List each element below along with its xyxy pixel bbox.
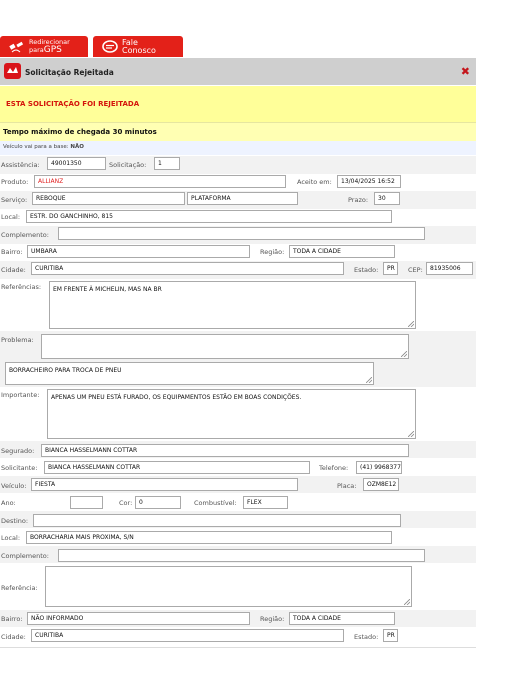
gps-line3: GPS — [43, 44, 62, 55]
dest-cidade-label: Cidade: — [1, 633, 26, 641]
chat-bubble-icon — [102, 39, 118, 53]
fale-line2: Conosco — [122, 45, 156, 55]
resize-grip-icon[interactable] — [404, 599, 410, 605]
ano-field[interactable] — [70, 496, 103, 509]
servico-field[interactable]: REBOQUE — [32, 192, 185, 205]
referencias-label: Referências: — [1, 283, 42, 291]
cep-field[interactable]: 81935006 — [426, 262, 473, 275]
rejected-banner: ESTA SOLICITAÇÃO FOI REJEITADA — [0, 86, 476, 122]
cidade-label: Cidade: — [1, 266, 26, 274]
dest-complemento-label: Complemento: — [1, 552, 49, 560]
veiculo-field[interactable]: FIESTA — [31, 478, 298, 491]
dialog-titlebar: Solicitação Rejeitada ✖ — [0, 58, 476, 85]
referencias-text: EM FRENTE À MICHELIN, MAS NA BR — [53, 286, 162, 293]
resize-grip-icon[interactable] — [408, 431, 414, 437]
importante-textarea[interactable]: APENAS UM PNEU ESTÁ FURADO, OS EQUIPAMEN… — [47, 389, 416, 439]
aceito-label: Aceito em: — [297, 178, 332, 186]
satellite-icon — [9, 41, 24, 52]
dest-estado-label: Estado: — [354, 633, 379, 641]
estado-label: Estado: — [354, 266, 379, 274]
redirect-gps-button[interactable]: Redirecionar paraGPS — [0, 36, 88, 57]
servico-label: Serviço: — [1, 196, 28, 204]
local-label: Local: — [1, 213, 21, 221]
dest-bairro-label: Bairro: — [1, 615, 23, 623]
combustivel-field[interactable]: FLEX — [243, 496, 288, 509]
combustivel-label: Combustível: — [194, 499, 237, 507]
veiculo-label: Veículo: — [1, 482, 27, 490]
tempo-bar: Tempo máximo de chegada 30 minutos — [0, 122, 476, 142]
telefone-label: Telefone: — [319, 464, 349, 472]
close-icon[interactable]: ✖ — [461, 65, 470, 78]
tempo-text: Tempo máximo de chegada 30 minutos — [3, 128, 157, 136]
veiculo-base-label: Veículo vai para a base: — [3, 144, 69, 150]
resize-grip-icon[interactable] — [408, 321, 414, 327]
regiao-field[interactable]: TODA A CIDADE — [289, 245, 395, 258]
dest-bairro-field[interactable]: NÃO INFORMADO — [27, 612, 250, 625]
problema-detail-text: BORRACHEIRO PARA TROCA DE PNEU — [9, 367, 122, 374]
produto-label: Produto: — [1, 178, 29, 186]
rejected-text: ESTA SOLICITAÇÃO FOI REJEITADA — [6, 100, 140, 108]
dest-referencia-textarea[interactable] — [45, 566, 412, 607]
problema-textarea[interactable] — [41, 334, 409, 359]
gps-line2: para — [29, 45, 44, 54]
dialog-title: Solicitação Rejeitada — [25, 68, 114, 77]
aceito-field[interactable]: 13/04/2025 16:52 — [337, 175, 401, 188]
dest-local-label: Local: — [1, 534, 21, 542]
complemento-field[interactable] — [58, 227, 425, 240]
produto-field[interactable]: ALLIANZ — [34, 175, 286, 188]
form-bottom-divider — [0, 647, 476, 648]
servico-subtype-field[interactable]: PLATAFORMA — [187, 192, 298, 205]
prazo-label: Prazo: — [348, 196, 369, 204]
cep-label: CEP: — [408, 266, 423, 274]
dest-regiao-label: Região: — [260, 615, 285, 623]
dest-estado-field[interactable]: PR — [383, 629, 398, 642]
placa-field[interactable]: OZM8E12 — [363, 478, 399, 491]
solicitante-field[interactable]: BIANCA HASSELMANN COTTAR — [44, 461, 310, 474]
ano-label: Ano: — [1, 499, 16, 507]
destino-label: Destino: — [1, 517, 29, 525]
importante-label: Importante: — [1, 391, 40, 399]
problema-detail-textarea[interactable]: BORRACHEIRO PARA TROCA DE PNEU — [5, 362, 374, 385]
veiculo-base-value: NÃO — [70, 144, 84, 150]
cidade-field[interactable]: CURITIBA — [31, 262, 344, 275]
veiculo-base-bar: Veículo vai para a base: NÃO — [0, 141, 476, 155]
dest-regiao-field[interactable]: TODA A CIDADE — [289, 612, 395, 625]
cor-label: Cor: — [119, 499, 133, 507]
local-field[interactable]: ESTR. DO GANCHINHO, 815 — [26, 210, 392, 223]
solicitacao-field[interactable]: 1 — [154, 157, 180, 170]
problema-label: Problema: — [1, 336, 34, 344]
dest-local-field[interactable]: BORRACHARIA MAIS PROXIMA, S/N — [26, 531, 392, 544]
fale-conosco-button[interactable]: Fale Conosco — [93, 36, 183, 57]
segurado-field[interactable]: BIANCA HASSELMANN COTTAR — [41, 444, 409, 457]
bairro-field[interactable]: UMBARA — [27, 245, 250, 258]
referencias-textarea[interactable]: EM FRENTE À MICHELIN, MAS NA BR — [49, 281, 416, 329]
estado-field[interactable]: PR — [383, 262, 398, 275]
dest-referencia-label: Referência: — [1, 584, 38, 592]
dest-complemento-field[interactable] — [58, 549, 425, 562]
bairro-label: Bairro: — [1, 248, 23, 256]
complemento-label: Complemento: — [1, 231, 49, 239]
placa-label: Placa: — [337, 482, 357, 490]
importante-text: APENAS UM PNEU ESTÁ FURADO, OS EQUIPAMEN… — [51, 394, 302, 401]
assistencia-field[interactable]: 49001350 — [47, 157, 106, 170]
resize-grip-icon[interactable] — [401, 351, 407, 357]
dest-cidade-field[interactable]: CURITIBA — [31, 629, 344, 642]
destino-field[interactable] — [33, 514, 401, 527]
app-logo-icon — [4, 63, 21, 79]
solicitacao-label: Solicitação: — [109, 161, 147, 169]
regiao-label: Região: — [260, 248, 285, 256]
segurado-label: Segurado: — [1, 447, 35, 455]
resize-grip-icon[interactable] — [366, 377, 372, 383]
prazo-field[interactable]: 30 — [374, 192, 400, 205]
assistencia-label: Assistência: — [1, 161, 40, 169]
telefone-field[interactable]: (41) 996837795 — [356, 461, 402, 474]
cor-field[interactable]: 0 — [135, 496, 181, 509]
solicitante-label: Solicitante: — [1, 464, 38, 472]
